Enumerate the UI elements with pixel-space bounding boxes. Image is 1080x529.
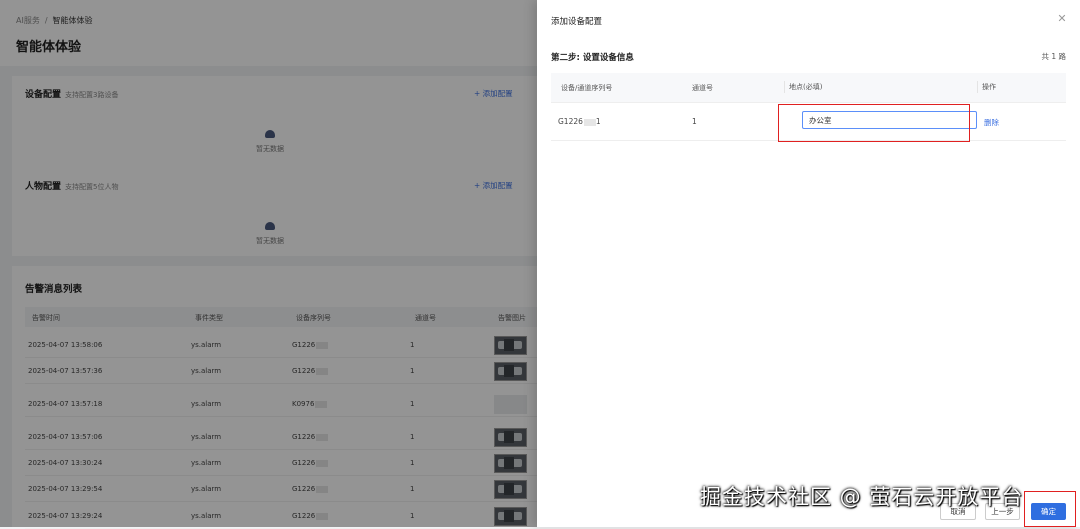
device-table-row: G1226 1 1 删除 (551, 103, 1066, 141)
redacted-block (583, 118, 596, 126)
watermark-text: 掘金技术社区 @ 萤石云开放平台 (700, 485, 1024, 509)
delete-link[interactable]: 删除 (984, 117, 999, 128)
add-device-config-drawer: 添加设备配置 ✕ 第二步: 设置设备信息 共 1 路 设备/通道序列号 通道号 … (537, 0, 1080, 527)
step-title: 第二步: 设置设备信息 (551, 53, 634, 63)
close-icon[interactable]: ✕ (1056, 13, 1068, 25)
col-channel: 通道号 (692, 84, 713, 92)
device-serial-suffix: 1 (595, 117, 601, 126)
device-serial-prefix: G1226 (558, 117, 583, 126)
location-input[interactable] (802, 111, 977, 129)
device-serial: G1226 1 (558, 117, 601, 126)
confirm-button[interactable]: 确定 (1031, 503, 1066, 520)
col-device-serial: 设备/通道序列号 (561, 84, 613, 92)
total-count: 共 1 路 (1041, 52, 1066, 61)
drawer-title: 添加设备配置 (551, 17, 603, 27)
device-table-header: 设备/通道序列号 通道号 地点(必填) 操作 (551, 73, 1066, 103)
col-location: 地点(必填) (784, 81, 822, 93)
col-action: 操作 (977, 81, 996, 93)
channel-number: 1 (692, 117, 697, 126)
modal-mask[interactable] (0, 0, 537, 527)
